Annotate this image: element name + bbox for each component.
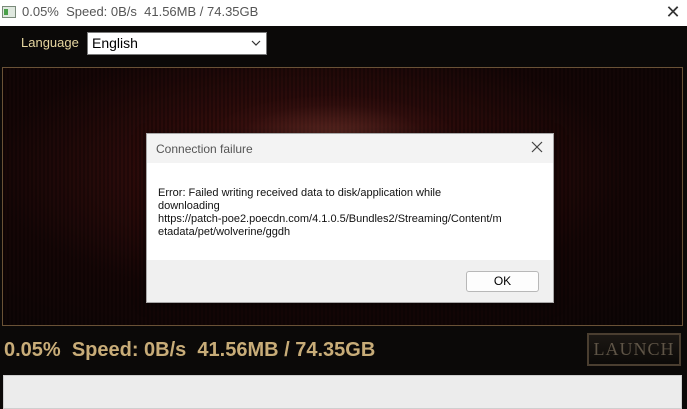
message-line: etadata/pet/wolverine/ggdh bbox=[158, 226, 291, 238]
download-progress-text: 0.05% Speed: 0B/s 41.56MB / 74.35GB bbox=[4, 339, 376, 361]
connection-failure-dialog: Connection failure Error: Failed writing… bbox=[146, 133, 554, 303]
ok-button[interactable]: OK bbox=[466, 271, 539, 292]
message-line: downloading bbox=[158, 200, 220, 212]
dialog-title: Connection failure bbox=[156, 142, 253, 156]
window-title: 0.05% Speed: 0B/s 41.56MB / 74.35GB bbox=[22, 4, 259, 19]
app-icon bbox=[2, 6, 16, 18]
language-label: Language bbox=[21, 35, 79, 50]
chevron-down-icon bbox=[251, 40, 261, 46]
language-select[interactable]: English bbox=[87, 32, 267, 55]
bottom-panel bbox=[3, 375, 682, 409]
dialog-header: Connection failure bbox=[147, 134, 553, 163]
dialog-message: Error: Failed writing received data to d… bbox=[158, 187, 543, 239]
title-bar: 0.05% Speed: 0B/s 41.56MB / 74.35GB ✕ bbox=[0, 0, 687, 26]
message-line: Error: Failed writing received data to d… bbox=[158, 187, 442, 199]
message-line: https://patch-poe2.poecdn.com/4.1.0.5/Bu… bbox=[158, 213, 502, 225]
close-icon: ✕ bbox=[665, 2, 681, 22]
launch-button[interactable]: LAUNCH bbox=[587, 333, 681, 366]
window-close-button[interactable]: ✕ bbox=[663, 1, 683, 23]
dialog-footer: OK bbox=[147, 260, 553, 302]
language-selected-value: English bbox=[92, 35, 138, 51]
close-icon[interactable] bbox=[529, 139, 545, 155]
